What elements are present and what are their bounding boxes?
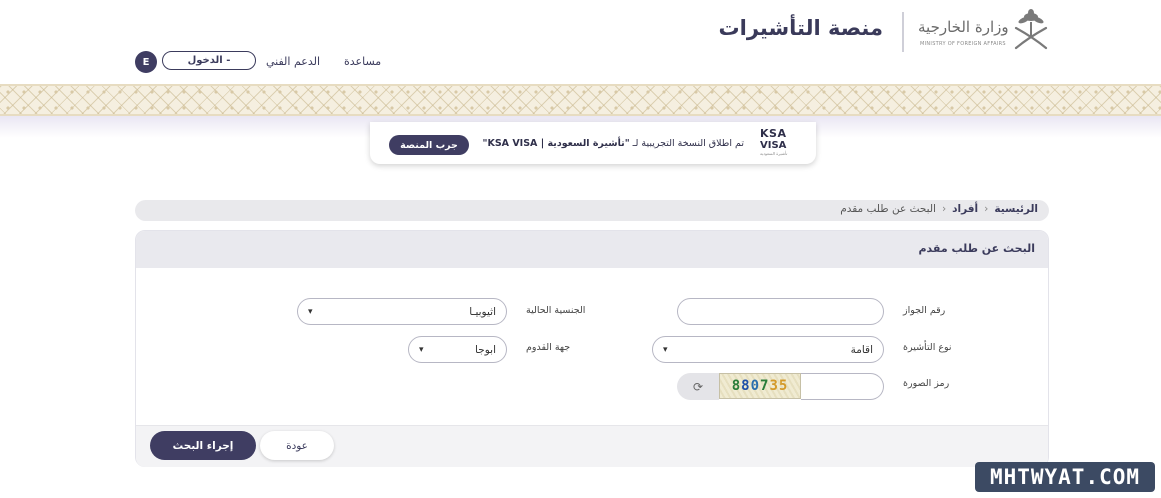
arrival-label: جهة القدوم: [526, 342, 571, 353]
ksa-logo-line2: VISA: [760, 140, 787, 151]
captcha-image: 8 8 0 7 3 5: [719, 373, 801, 399]
captcha-label: رمز الصورة: [903, 378, 950, 389]
decorative-pattern-band: [0, 84, 1161, 116]
visa-type-value: اقامة: [850, 343, 873, 356]
refresh-icon: ⟳: [692, 379, 704, 394]
site-watermark: MHTWYAT.COM: [975, 462, 1155, 492]
saudi-emblem-icon: [1014, 9, 1048, 50]
visa-type-select[interactable]: اقامة ▾: [652, 336, 884, 363]
nationality-label: الجنسية الحالية: [526, 305, 586, 316]
promo-text-prefix: تم اطلاق النسخة التجريبية لـ: [629, 138, 744, 149]
login-button[interactable]: الدخول -: [162, 51, 256, 70]
captcha-digit: 0: [750, 378, 760, 394]
promo-text: تم اطلاق النسخة التجريبية لـ "تأشيرة الس…: [483, 138, 744, 149]
captcha-digit: 8: [741, 378, 751, 394]
platform-title: منصة التأشيرات: [718, 16, 883, 40]
panel-header: [136, 231, 1048, 268]
passport-number-input[interactable]: [677, 298, 884, 325]
nav-support-link[interactable]: الدعم الفني: [266, 55, 320, 68]
arrival-point-select[interactable]: ابوجا ▾: [408, 336, 507, 363]
ksa-logo-line3: تأشيرة السعودية: [760, 151, 788, 156]
breadcrumb-home[interactable]: الرئيسية: [994, 203, 1038, 215]
breadcrumb-individuals[interactable]: أفراد: [952, 203, 978, 215]
panel-title: البحث عن طلب مقدم: [918, 242, 1035, 255]
captcha-input[interactable]: [801, 373, 884, 400]
ksa-logo-line1: KSA: [760, 127, 787, 140]
breadcrumb-separator-icon: ‹: [941, 203, 947, 215]
pattern-top-border: [0, 84, 1161, 86]
breadcrumb-separator-icon: ‹: [984, 203, 989, 215]
nav-help-link[interactable]: مساعدة: [344, 55, 381, 68]
header-divider: [902, 12, 904, 52]
captcha-digit: 7: [760, 378, 770, 394]
refresh-captcha-button[interactable]: ⟳: [677, 373, 719, 400]
breadcrumb-current: البحث عن طلب مقدم: [840, 203, 936, 215]
try-platform-button[interactable]: جرب المنصة: [389, 135, 469, 155]
visa-type-label: نوع التأشيرة: [903, 342, 952, 353]
nationality-select[interactable]: اثيوبيـا ▾: [297, 298, 507, 325]
arrival-value: ابوجا: [475, 343, 496, 356]
nationality-value: اثيوبيـا: [469, 305, 496, 318]
captcha-digit: 8: [731, 378, 742, 394]
ministry-name: وزارة الخارجية: [918, 18, 1009, 36]
language-toggle-button[interactable]: E: [135, 51, 157, 73]
captcha-digit: 5: [778, 378, 789, 394]
chevron-down-icon: ▾: [308, 306, 313, 317]
passport-label: رقم الجواز: [903, 305, 946, 316]
search-button[interactable]: إجراء البحث: [150, 431, 256, 460]
ksa-visa-logo: KSA VISA تأشيرة السعودية: [760, 128, 796, 160]
back-button[interactable]: عودة: [260, 431, 334, 460]
promo-text-highlight: "تأشيرة السعودية | KSA VISA": [482, 138, 630, 149]
chevron-down-icon: ▾: [663, 344, 668, 355]
chevron-down-icon: ▾: [419, 344, 424, 355]
breadcrumb: الرئيسية ‹ أفراد ‹ البحث عن طلب مقدم: [840, 203, 1038, 215]
ministry-subtitle: MINISTRY OF FOREIGN AFFAIRS: [920, 41, 1006, 47]
captcha-digit: 3: [769, 378, 779, 394]
